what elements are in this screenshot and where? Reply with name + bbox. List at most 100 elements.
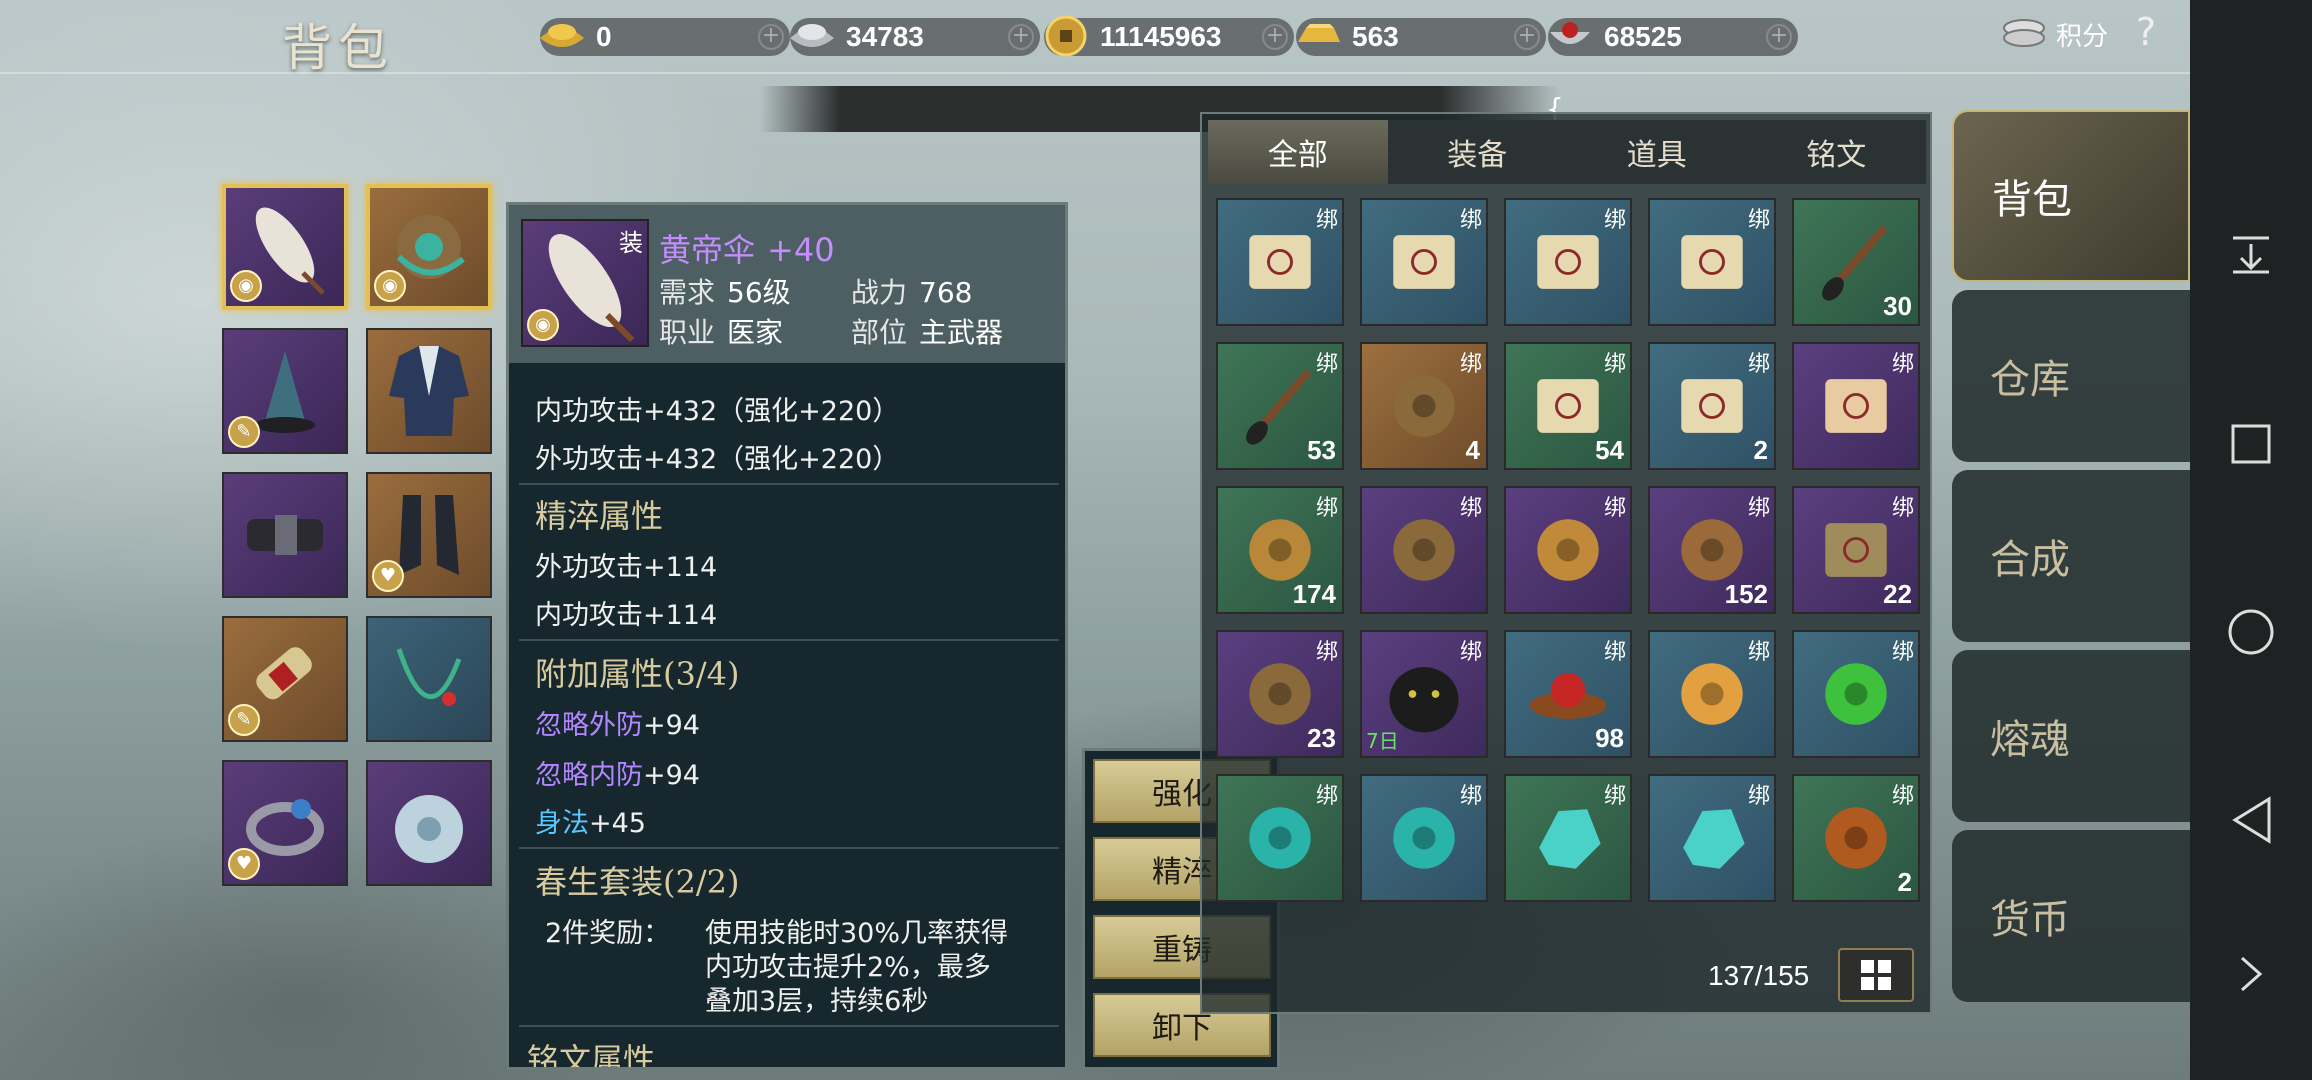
back-button[interactable] — [2190, 780, 2312, 860]
extra-title: 附加属性(3/4) — [535, 655, 740, 693]
add-currency-button[interactable]: + — [758, 24, 784, 50]
equip-slot-helmet[interactable]: ◉ — [366, 184, 492, 310]
bound-tag: 绑 — [1747, 208, 1770, 233]
add-currency-button[interactable]: + — [1262, 24, 1288, 50]
currency-gold-bar: 563 + — [1296, 18, 1546, 56]
scroll-icon — [1537, 235, 1599, 289]
equip-slot-belt[interactable] — [222, 472, 348, 598]
bag-item-slot[interactable]: 绑 — [1504, 774, 1632, 902]
slot-label: 部位 — [851, 316, 908, 349]
circle-icon — [2228, 609, 2274, 655]
bound-tag: 绑 — [1315, 640, 1338, 665]
bag-item-slot[interactable]: 绑 — [1216, 774, 1344, 902]
tooltip-item-icon: 装 ◉ — [521, 219, 649, 347]
bound-tag: 绑 — [1459, 208, 1482, 233]
heart-badge-icon: ♥ — [372, 560, 404, 592]
bag-item-slot[interactable]: 绑 — [1648, 630, 1776, 758]
sidenav-bag[interactable]: 背包 — [1952, 110, 2190, 282]
bag-item-slot[interactable]: 绑 — [1216, 198, 1344, 326]
bag-item-slot[interactable]: 绑 152 — [1648, 486, 1776, 614]
bag-item-slot[interactable]: 绑2 — [1648, 342, 1776, 470]
tooltip-header: 装 ◉ 黄帝伞 +40 需求 56级 战力 768 职业 医家 部位 主武器 — [509, 205, 1065, 363]
bound-tag: 绑 — [1315, 784, 1338, 809]
item-requirement: 需求 56级 — [659, 271, 791, 311]
equipped-tag: 装 — [619, 229, 643, 257]
bag-item-slot[interactable]: 绑 22 — [1792, 486, 1920, 614]
extra-stat: 忽略外防+94 — [535, 703, 700, 742]
gold-ingot-icon — [534, 12, 590, 60]
equip-slot-weapon[interactable]: ◉ — [222, 184, 348, 310]
necklace-icon — [396, 648, 462, 706]
score-button[interactable]: 积分 — [2000, 16, 2108, 53]
bag-item-slot[interactable]: 绑 23 — [1216, 630, 1344, 758]
power-value: 768 — [919, 276, 973, 309]
bag-item-slot[interactable]: 绑4 — [1360, 342, 1488, 470]
bag-item-slot[interactable]: 绑 — [1360, 486, 1488, 614]
item-count: 22 — [1883, 579, 1912, 609]
bag-item-slot[interactable]: 绑 — [1648, 198, 1776, 326]
tab-all[interactable]: 全部 — [1208, 120, 1388, 184]
bound-tag: 绑 — [1603, 496, 1626, 521]
bag-item-slot[interactable]: 绑 53 — [1216, 342, 1344, 470]
item-count: 98 — [1595, 723, 1624, 753]
recents-button[interactable] — [2190, 404, 2312, 484]
extra-stat-value: +94 — [643, 760, 700, 791]
chevron-right-icon — [2241, 956, 2263, 992]
bag-item-slot[interactable]: 绑2 — [1792, 774, 1920, 902]
bag-item-slot[interactable]: 绑 — [1504, 486, 1632, 614]
bag-item-slot[interactable]: 绑 98 — [1504, 630, 1632, 758]
bag-item-slot[interactable]: 绑 — [1792, 342, 1920, 470]
add-currency-button[interactable]: + — [1008, 24, 1034, 50]
belt-icon — [247, 515, 323, 555]
sidenav-craft[interactable]: 合成 — [1952, 470, 2190, 642]
help-button[interactable]: ? — [2136, 10, 2156, 54]
top-bar: 背包 0 + 34783 + 11145963 + 563 + 68525 + — [0, 0, 2257, 77]
sidenav-smelt[interactable]: 熔魂 — [1952, 650, 2190, 822]
bag-item-slot[interactable]: 绑 — [1648, 774, 1776, 902]
item-count: 30 — [1883, 291, 1912, 321]
bag-item-slot[interactable]: 绑 7日 — [1360, 630, 1488, 758]
bag-panel: 全部 装备 道具 铭文 绑绑绑绑 30 绑 53 绑 4 绑 54 绑 2 绑绑 174 绑绑绑 152 绑… — [1200, 112, 1932, 1014]
slot-value: 主武器 — [919, 316, 1004, 349]
set-bonus-label: 2件奖励： — [545, 918, 671, 949]
bag-item-slot[interactable]: 绑 174 — [1216, 486, 1344, 614]
add-currency-button[interactable]: + — [1514, 24, 1540, 50]
currency-silver-bowl: 68525 + — [1548, 18, 1798, 56]
letter-icon — [1825, 379, 1887, 433]
expand-button[interactable] — [2190, 934, 2312, 1014]
sidenav-warehouse[interactable]: 仓库 — [1952, 290, 2190, 462]
tab-equipment[interactable]: 装备 — [1388, 120, 1568, 184]
item-slot: 部位 主武器 — [851, 311, 1003, 351]
bound-tag: 绑 — [1891, 496, 1914, 521]
bound-tag: 绑 — [1459, 496, 1482, 521]
currency-copper-coin: 11145963 + — [1044, 15, 1294, 57]
bag-item-slot[interactable]: 绑 — [1360, 198, 1488, 326]
sort-button[interactable] — [1838, 948, 1914, 1002]
base-stat: 内功攻击+432（强化+220） — [535, 396, 900, 427]
bag-item-slot[interactable]: 绑 — [1360, 774, 1488, 902]
equip-slot-pendant[interactable] — [366, 760, 492, 886]
add-currency-button[interactable]: + — [1766, 24, 1792, 50]
tab-inscriptions[interactable]: 铭文 — [1747, 120, 1927, 184]
notification-pulldown-button[interactable] — [2190, 214, 2312, 294]
item-count: 2 — [1753, 435, 1768, 465]
bag-item-slot[interactable]: 绑 — [1792, 630, 1920, 758]
equip-slot-ring[interactable]: ♥ — [222, 760, 348, 886]
equip-slot-headgear[interactable]: ✎ — [222, 328, 348, 454]
tab-items[interactable]: 道具 — [1567, 120, 1747, 184]
amber-stone-icon — [1825, 807, 1887, 869]
currency-value: 563 — [1352, 21, 1399, 52]
divider — [519, 1025, 1059, 1027]
equip-slot-necklace[interactable] — [366, 616, 492, 742]
equip-slot-bracer[interactable]: ✎ — [222, 616, 348, 742]
equip-slot-boots[interactable]: ♥ — [366, 472, 492, 598]
bag-item-slot[interactable]: 绑 — [1504, 198, 1632, 326]
eye-badge-icon: ◉ — [374, 270, 406, 302]
equip-slot-armor[interactable] — [366, 328, 492, 454]
bag-item-slot[interactable]: 30 — [1792, 198, 1920, 326]
divider — [0, 72, 2190, 74]
sidenav-currency[interactable]: 货币 — [1952, 830, 2190, 1002]
heart-badge-icon: ♥ — [228, 848, 260, 880]
home-button[interactable] — [2190, 592, 2312, 672]
bag-item-slot[interactable]: 绑 54 — [1504, 342, 1632, 470]
